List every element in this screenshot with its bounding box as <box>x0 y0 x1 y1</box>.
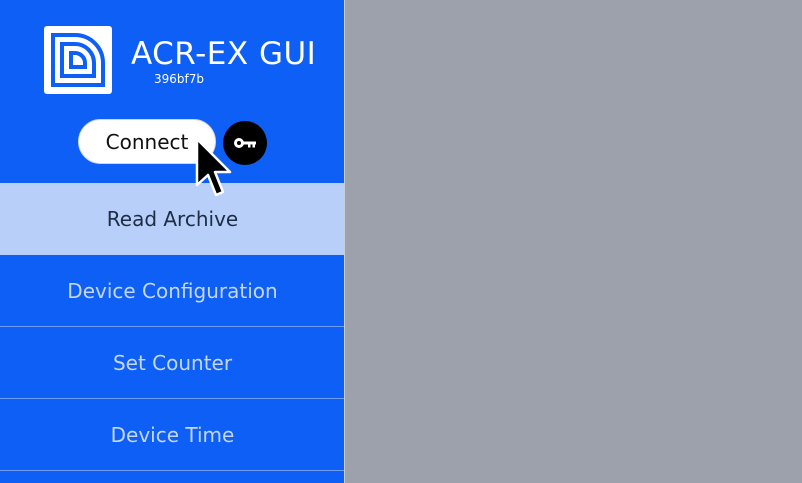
nav-item-device-time[interactable]: Device Time <box>0 399 344 471</box>
sidebar-nav: Read Archive Device Configuration Set Co… <box>0 183 344 471</box>
logo-icon <box>44 26 112 94</box>
nav-item-set-counter[interactable]: Set Counter <box>0 327 344 399</box>
sidebar: ACR-EX GUI 396bf7b Connect Read Archive … <box>0 0 345 483</box>
app-title: ACR-EX GUI <box>131 36 317 72</box>
brand-header: ACR-EX GUI 396bf7b Connect <box>0 0 344 183</box>
main-content <box>346 0 802 483</box>
connect-button[interactable]: Connect <box>78 119 216 164</box>
nav-item-device-configuration[interactable]: Device Configuration <box>0 255 344 327</box>
app-window: ACR-EX GUI 396bf7b Connect Read Archive … <box>0 0 802 483</box>
key-button[interactable] <box>223 121 267 165</box>
app-version: 396bf7b <box>154 72 204 86</box>
nav-item-read-archive[interactable]: Read Archive <box>0 183 344 255</box>
key-icon <box>234 138 256 148</box>
